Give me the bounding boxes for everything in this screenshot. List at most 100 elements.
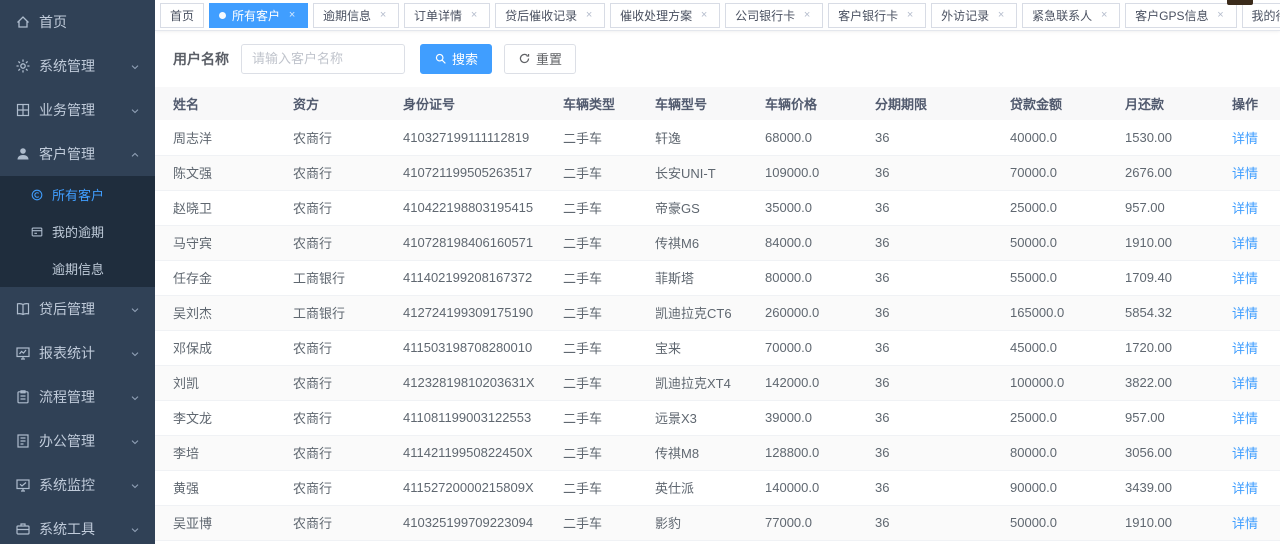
tab-overdue-info[interactable]: 逾期信息× xyxy=(313,3,399,28)
tab-label: 首页 xyxy=(170,7,194,24)
table-cell: 二手车 xyxy=(545,505,637,540)
sidebar-item-office-mgmt[interactable]: 办公管理 xyxy=(0,419,155,463)
detail-link[interactable]: 详情 xyxy=(1232,481,1258,496)
table-cell: 黄强 xyxy=(155,470,275,505)
search-form: 用户名称 搜索 重置 xyxy=(173,43,1280,74)
gear-icon xyxy=(15,58,31,74)
close-icon[interactable]: × xyxy=(468,9,480,21)
close-icon[interactable]: × xyxy=(801,9,813,21)
sidebar-item-my-overdue[interactable]: 我的逾期 xyxy=(0,213,155,250)
sidebar-item-overdue-info[interactable]: 逾期信息 xyxy=(0,250,155,287)
sidebar-item-label: 系统管理 xyxy=(39,56,129,76)
close-icon[interactable]: × xyxy=(904,9,916,21)
table-cell: 140000.0 xyxy=(747,470,857,505)
table-cell: 142000.0 xyxy=(747,365,857,400)
sidebar-item-customer-mgmt[interactable]: 客户管理 xyxy=(0,132,155,176)
document-icon xyxy=(15,433,31,449)
detail-link[interactable]: 详情 xyxy=(1232,446,1258,461)
table-cell: 36 xyxy=(857,435,992,470)
close-icon[interactable]: × xyxy=(583,9,595,21)
table-cell: 吴刘杰 xyxy=(155,295,275,330)
close-icon[interactable]: × xyxy=(1098,9,1110,21)
close-icon[interactable]: × xyxy=(286,9,298,21)
sidebar-item-business-mgmt[interactable]: 业务管理 xyxy=(0,88,155,132)
table-cell: 1910.00 xyxy=(1107,505,1227,540)
sidebar-item-system-mgmt[interactable]: 系统管理 xyxy=(0,44,155,88)
table-cell: 吴亚博 xyxy=(155,505,275,540)
sidebar-item-all-customers[interactable]: 所有客户 xyxy=(0,176,155,213)
table-cell: 41232819810203631X xyxy=(385,365,545,400)
sidebar-item-system-tools[interactable]: 系统工具 xyxy=(0,507,155,544)
close-icon[interactable]: × xyxy=(698,9,710,21)
avatar-fragment xyxy=(1227,0,1253,5)
table-row: 吴亚博农商行410325199709223094二手车影豹77000.03650… xyxy=(155,505,1280,540)
close-icon[interactable]: × xyxy=(1215,9,1227,21)
table-cell: 农商行 xyxy=(275,470,385,505)
monitor-icon xyxy=(15,477,31,493)
table-cell: 二手车 xyxy=(545,365,637,400)
table-row: 李文龙农商行411081199003122553二手车远景X339000.036… xyxy=(155,400,1280,435)
detail-link[interactable]: 详情 xyxy=(1232,306,1258,321)
sidebar-item-system-monitor[interactable]: 系统监控 xyxy=(0,463,155,507)
table-cell: 80000.0 xyxy=(992,435,1107,470)
book-icon xyxy=(15,301,31,317)
tab-company-bank-card[interactable]: 公司银行卡 × xyxy=(725,3,823,28)
tab-my-todo[interactable]: 我的待办× xyxy=(1242,3,1280,28)
table-cell: 轩逸 xyxy=(637,120,747,155)
search-field-label: 用户名称 xyxy=(173,49,229,69)
table-cell: 36 xyxy=(857,190,992,225)
table-cell xyxy=(385,540,545,544)
table-cell-operation: 详情 xyxy=(1227,330,1280,365)
close-icon[interactable]: × xyxy=(377,9,389,21)
customer-name-input[interactable] xyxy=(241,44,405,74)
table-cell: 70000.0 xyxy=(747,330,857,365)
table-cell: 55000.0 xyxy=(992,260,1107,295)
tab-visit-records[interactable]: 外访记录× xyxy=(931,3,1017,28)
search-button[interactable]: 搜索 xyxy=(420,44,492,74)
table-cell: 农商行 xyxy=(275,120,385,155)
tab-collection-plan[interactable]: 催收处理方案 × xyxy=(610,3,720,28)
table-cell: 传祺M8 xyxy=(637,435,747,470)
tab-home[interactable]: 首页 xyxy=(160,3,204,28)
table-cell: 36 xyxy=(857,260,992,295)
detail-link[interactable]: 详情 xyxy=(1232,166,1258,181)
reset-button[interactable]: 重置 xyxy=(504,44,576,74)
close-icon[interactable]: × xyxy=(995,9,1007,21)
detail-link[interactable]: 详情 xyxy=(1232,131,1258,146)
customers-table: 姓名资方身份证号车辆类型车辆型号车辆价格分期期限贷款金额月还款操作 周志洋农商行… xyxy=(155,87,1280,544)
tab-customer-bank-card[interactable]: 客户银行卡× xyxy=(828,3,926,28)
table-cell: 165000.0 xyxy=(992,295,1107,330)
detail-link[interactable]: 详情 xyxy=(1232,411,1258,426)
table-cell: 410327199111112819 xyxy=(385,120,545,155)
table-row: 李培农商行41142119950822450X二手车传祺M8128800.036… xyxy=(155,435,1280,470)
tab-order-details[interactable]: 订单详情× xyxy=(404,3,490,28)
tab-emergency-contacts[interactable]: 紧急联系人× xyxy=(1022,3,1120,28)
detail-link[interactable]: 详情 xyxy=(1232,516,1258,531)
sidebar-item-process-mgmt[interactable]: 流程管理 xyxy=(0,375,155,419)
detail-link[interactable]: 详情 xyxy=(1232,201,1258,216)
main-area: 首页所有客户×逾期信息×订单详情×贷后催收记录×催收处理方案×公司银行卡×客户银… xyxy=(155,0,1280,544)
detail-link[interactable]: 详情 xyxy=(1232,236,1258,251)
tab-all-customers[interactable]: 所有客户× xyxy=(209,3,308,28)
search-icon xyxy=(434,52,447,65)
table-cell: 40000.0 xyxy=(992,120,1107,155)
table-row: 邓保成农商行411503198708280010二手车宝来70000.03645… xyxy=(155,330,1280,365)
tab-label: 我的待办 xyxy=(1252,7,1280,24)
detail-link[interactable]: 详情 xyxy=(1232,341,1258,356)
tab-customer-gps[interactable]: 客户GPS信息× xyxy=(1125,3,1236,28)
chevron-up-icon xyxy=(129,148,141,160)
sidebar-item-label: 业务管理 xyxy=(39,100,129,120)
sidebar-item-loan-mgmt[interactable]: 贷后管理 xyxy=(0,287,155,331)
tab-collection-records[interactable]: 贷后催收记录× xyxy=(495,3,605,28)
sidebar-item-home[interactable]: 首页 xyxy=(0,0,155,44)
detail-link[interactable]: 详情 xyxy=(1232,271,1258,286)
table-cell: 411503198708280010 xyxy=(385,330,545,365)
table-cell: 36 xyxy=(857,330,992,365)
sidebar: 首页系统管理业务管理客户管理所有客户我的逾期逾期信息贷后管理报表统计流程管理办公… xyxy=(0,0,155,544)
detail-link[interactable]: 详情 xyxy=(1232,376,1258,391)
tab-label: 催收处理方案 xyxy=(620,7,692,24)
chevron-down-icon xyxy=(129,479,141,491)
tab-label: 公司银行卡 xyxy=(735,7,795,24)
table-cell: 农商行 xyxy=(275,225,385,260)
sidebar-item-report-stats[interactable]: 报表统计 xyxy=(0,331,155,375)
